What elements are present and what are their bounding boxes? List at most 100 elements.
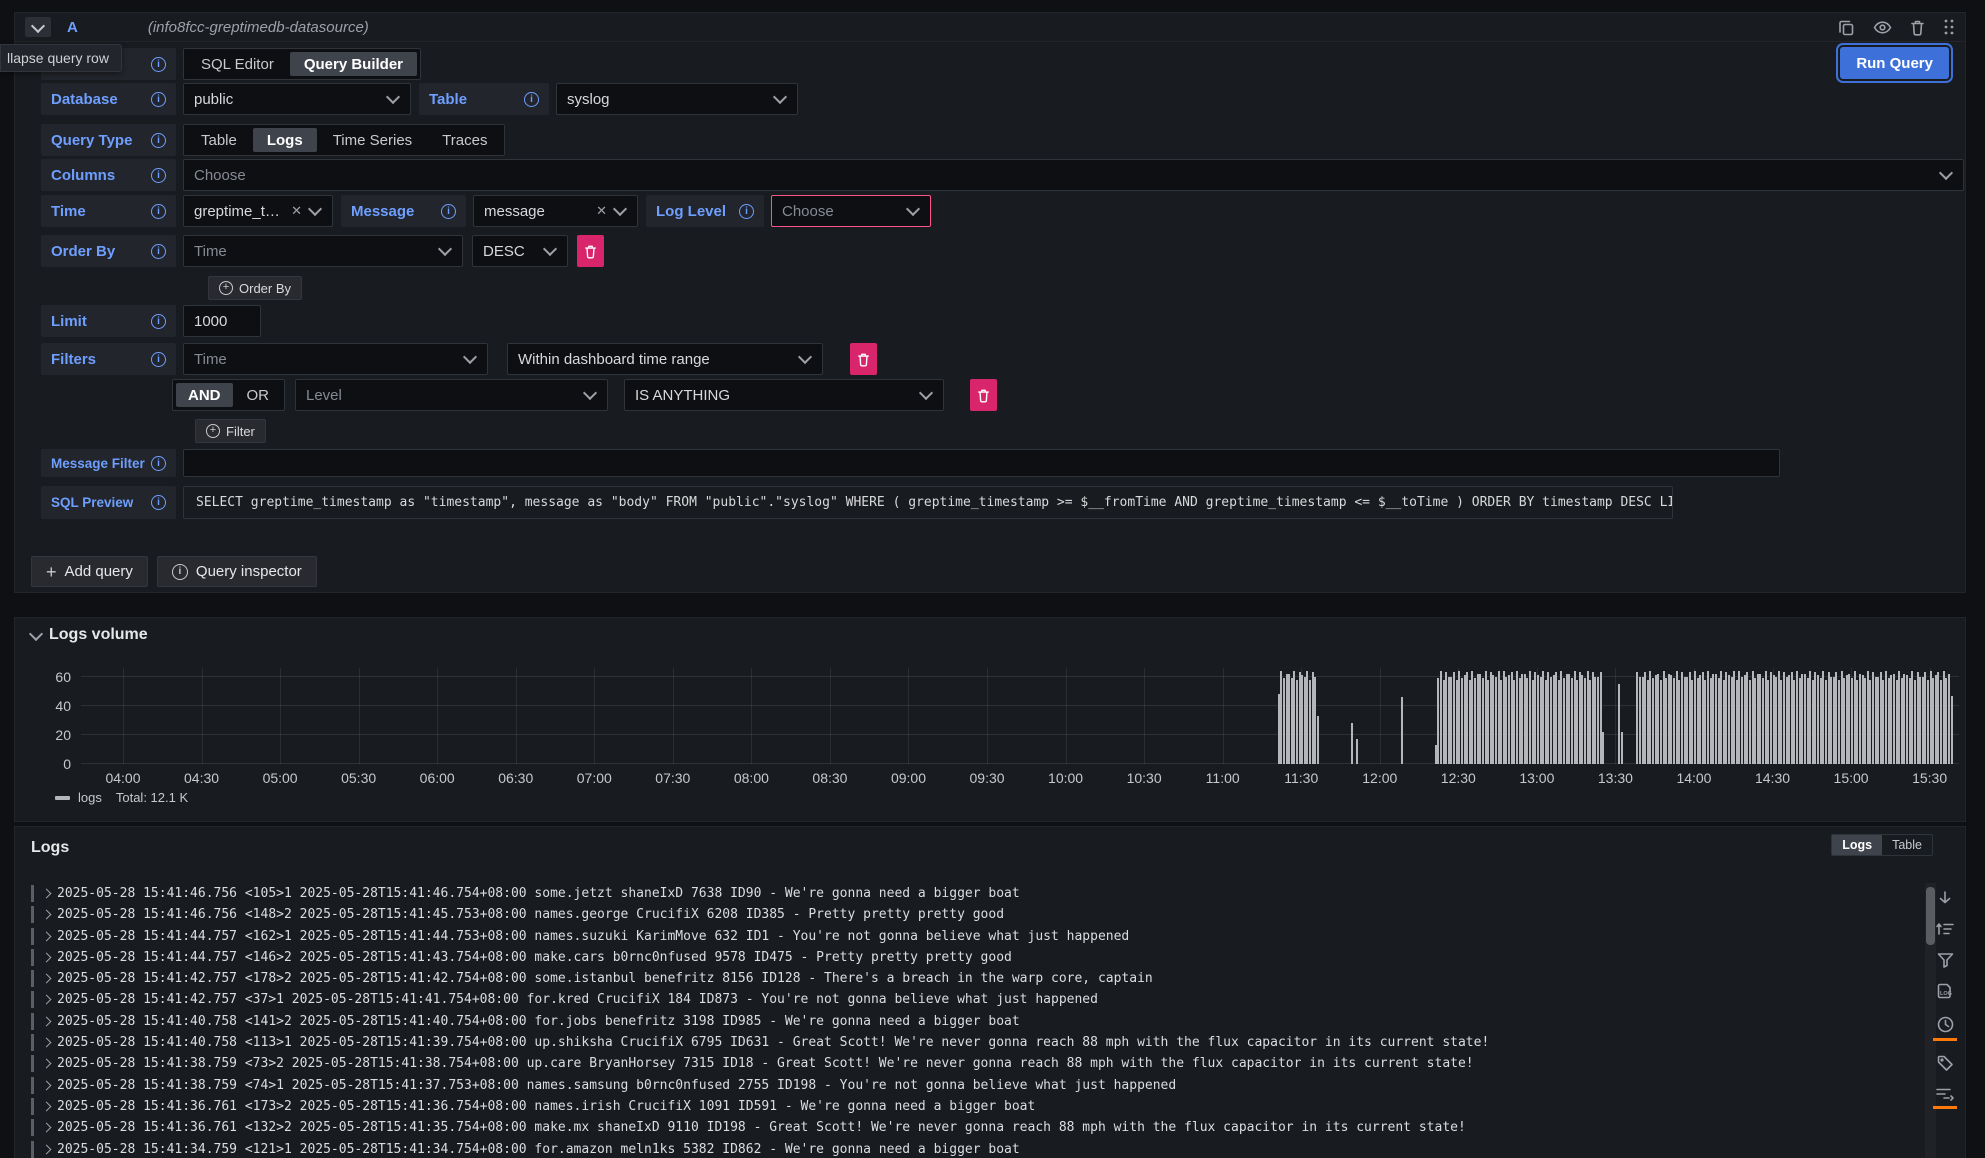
log-row[interactable]: 2025-05-28 15:41:40.758 <113>1 2025-05-2… [31,1034,1885,1051]
logs-volume-header[interactable]: Logs volume [31,626,148,644]
and-option[interactable]: AND [176,383,233,407]
log-row[interactable]: 2025-05-28 15:41:36.761 <132>2 2025-05-2… [31,1119,1885,1136]
sort-oldest-first-icon[interactable] [1935,920,1955,938]
gridline-v [280,668,281,764]
tab-query-builder[interactable]: Query Builder [290,52,417,76]
run-query-button[interactable]: Run Query [1840,47,1949,79]
chevron-right-icon[interactable] [42,910,52,920]
log-level-select[interactable]: Choose [771,195,931,227]
info-icon[interactable]: i [151,92,166,107]
query-inspector-button[interactable]: i Query inspector [157,556,317,587]
info-icon[interactable]: i [739,204,754,219]
tab-traces[interactable]: Traces [428,128,501,152]
log-row[interactable]: 2025-05-28 15:41:40.758 <141>2 2025-05-2… [31,1013,1885,1030]
level-field-select[interactable]: Level [295,379,608,411]
x-axis-tick-label: 14:30 [1743,770,1803,786]
info-icon[interactable]: i [151,244,166,259]
remove-filter-button[interactable] [850,343,877,375]
chevron-right-icon[interactable] [42,1144,52,1154]
log-line-text: 2025-05-28 15:41:36.761 <132>2 2025-05-2… [57,1120,1466,1135]
tab-time-series[interactable]: Time Series [319,128,426,152]
eye-icon[interactable] [1873,20,1892,35]
tab-logs[interactable]: Logs [253,128,317,152]
chevron-right-icon[interactable] [42,1123,52,1133]
chevron-down-icon [29,626,43,640]
toggle-table[interactable]: Table [1882,835,1932,855]
chevron-down-icon [386,90,400,104]
remove-order-by-button[interactable] [577,235,604,267]
x-axis-tick-label: 09:00 [878,770,938,786]
message-filter-input[interactable] [183,449,1780,477]
chevron-right-icon[interactable] [42,1080,52,1090]
tag-icon[interactable] [1936,1054,1955,1073]
chevron-right-icon[interactable] [42,995,52,1005]
chevron-right-icon[interactable] [42,952,52,962]
log-row[interactable]: 2025-05-28 15:41:44.757 <162>1 2025-05-2… [31,928,1885,945]
info-icon[interactable]: i [151,57,166,72]
drag-handle-icon[interactable] [1943,18,1955,36]
tab-table[interactable]: Table [187,128,251,152]
chevron-right-icon[interactable] [42,889,52,899]
chevron-down-icon [31,19,45,33]
trash-icon[interactable] [1910,19,1925,36]
log-row[interactable]: 2025-05-28 15:41:36.761 <173>2 2025-05-2… [31,1098,1885,1115]
logs-volume-chart[interactable]: 020406004:0004:3005:0005:3006:0006:3007:… [81,668,1959,764]
chevron-right-icon[interactable] [42,974,52,984]
log-row[interactable]: 2025-05-28 15:41:38.759 <74>1 2025-05-28… [31,1077,1885,1094]
legend-series-label[interactable]: logs [78,790,102,805]
add-order-by-button[interactable]: + Order By [208,276,302,300]
follow-lines-icon[interactable] [1933,1086,1957,1109]
log-row[interactable]: 2025-05-28 15:41:38.759 <73>2 2025-05-28… [31,1055,1885,1072]
log-list: 2025-05-28 15:41:46.756 <105>1 2025-05-2… [31,885,1885,1158]
database-select[interactable]: public [183,83,411,115]
chevron-right-icon[interactable] [42,1038,52,1048]
log-row[interactable]: 2025-05-28 15:41:42.757 <37>1 2025-05-28… [31,991,1885,1008]
info-icon[interactable]: i [151,168,166,183]
toggle-logs[interactable]: Logs [1832,835,1882,855]
table-select[interactable]: syslog [556,83,798,115]
chevron-right-icon[interactable] [42,1016,52,1026]
log-row[interactable]: 2025-05-28 15:41:42.757 <178>2 2025-05-2… [31,970,1885,987]
chevron-down-icon [543,242,557,256]
log-file-icon[interactable]: LOG [1935,982,1955,1002]
message-label: Messagei [341,195,466,227]
order-by-direction-select[interactable]: DESC [472,235,568,267]
x-axis-tick-label: 12:00 [1350,770,1410,786]
message-field-select[interactable]: message ✕ [473,195,638,227]
clear-icon[interactable]: ✕ [291,203,302,219]
collapse-query-row-button[interactable] [25,17,51,37]
clear-icon[interactable]: ✕ [596,203,607,219]
info-icon[interactable]: i [151,133,166,148]
log-row[interactable]: 2025-05-28 15:41:44.757 <146>2 2025-05-2… [31,949,1885,966]
duplicate-icon[interactable] [1838,19,1855,36]
info-icon[interactable]: i [151,495,166,510]
log-row[interactable]: 2025-05-28 15:41:46.756 <105>1 2025-05-2… [31,885,1885,902]
limit-input[interactable]: 1000 [183,305,261,337]
chevron-right-icon[interactable] [42,1102,52,1112]
log-row[interactable]: 2025-05-28 15:41:46.756 <148>2 2025-05-2… [31,906,1885,923]
info-icon[interactable]: i [151,204,166,219]
clock-icon[interactable] [1933,1015,1957,1041]
tab-sql-editor[interactable]: SQL Editor [187,52,288,76]
filter-operator-select[interactable]: Within dashboard time range [507,343,823,375]
info-icon[interactable]: i [441,204,456,219]
chevron-right-icon[interactable] [42,1059,52,1069]
info-icon[interactable]: i [524,92,539,107]
funnel-icon[interactable] [1936,951,1955,969]
info-icon[interactable]: i [151,456,166,471]
level-operator-select[interactable]: IS ANYTHING [624,379,944,411]
filter-field-select[interactable]: Time [183,343,488,375]
add-query-button[interactable]: + Add query [31,556,148,587]
columns-select[interactable]: Choose [183,159,1964,191]
remove-level-filter-button[interactable] [970,379,997,411]
add-filter-button[interactable]: + Filter [195,419,266,443]
chevron-right-icon[interactable] [42,931,52,941]
info-icon[interactable]: i [151,314,166,329]
info-icon[interactable]: i [151,352,166,367]
order-by-field-select[interactable]: Time [183,235,463,267]
arrow-down-icon[interactable] [1936,889,1954,907]
or-option[interactable]: OR [235,383,282,407]
log-row[interactable]: 2025-05-28 15:41:34.759 <121>1 2025-05-2… [31,1141,1885,1158]
time-field-select[interactable]: greptime_tim... ✕ [183,195,333,227]
legend-total: Total: 12.1 K [116,790,188,805]
